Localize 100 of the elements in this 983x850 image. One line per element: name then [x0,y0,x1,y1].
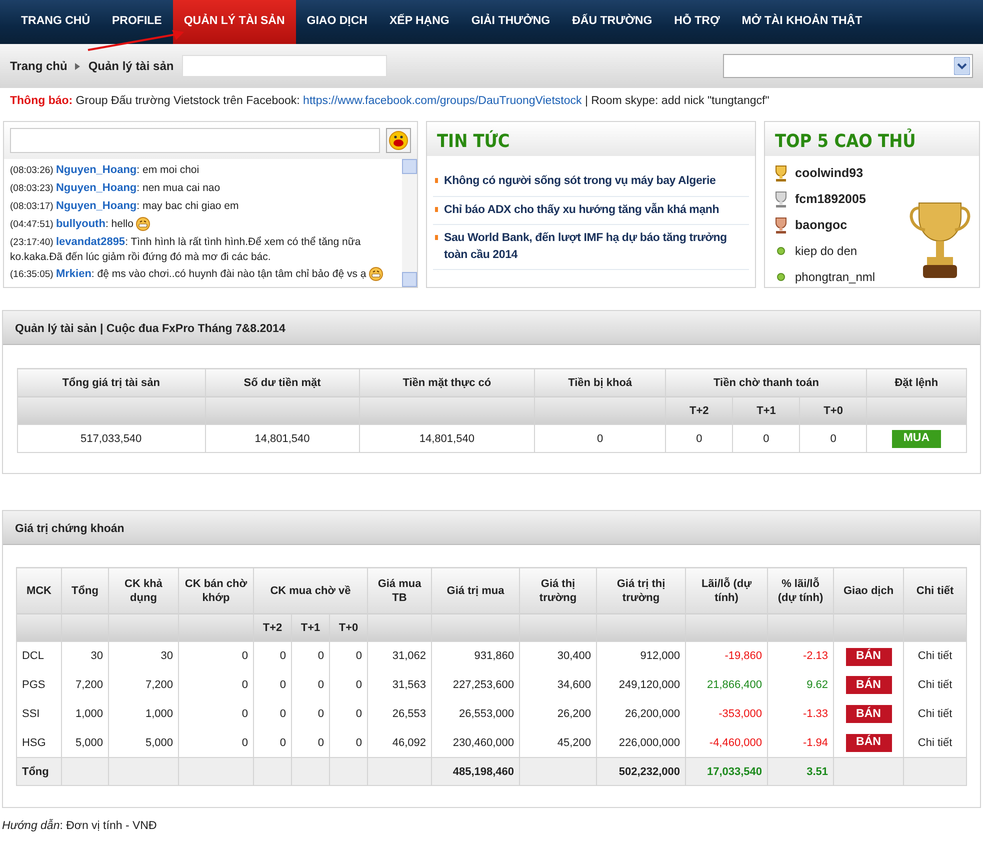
chat-username[interactable]: Nguyen_Hoang [56,182,137,194]
column-header: T+2 [666,396,733,425]
player-name[interactable]: baongoc [795,216,848,235]
facebook-link[interactable]: https://www.facebook.com/groups/DauTruongVietstock [303,95,582,107]
table-cell: 0 [329,670,368,700]
nav-tab[interactable]: MỞ TÀI KHOẢN THẬT [730,0,874,44]
column-header: Tiền chờ thanh toán [666,368,867,397]
column-header: Tổng [61,568,108,614]
table-cell: 517,033,540 [17,424,206,453]
table-cell: 0 [666,424,733,453]
bullet-icon [435,234,438,240]
chat-message: (04:47:51) bullyouth: hello [10,217,398,232]
column-header: % lãi/lỗ (dự tính) [768,568,834,614]
bullet-icon [435,178,438,184]
sell-button[interactable]: BÁN [846,648,892,666]
sell-button[interactable]: BÁN [846,734,892,752]
chat-message: (08:03:26) Nguyen_Hoang: em moi choi [10,163,200,178]
column-header: Tiền mặt thực có [359,368,535,397]
table-cell: 0 [291,642,330,671]
breadcrumb-link[interactable]: Trang chủ [10,57,68,75]
player-name[interactable]: kiep do den [795,242,858,260]
column-header: Tiền bị khoá [534,368,666,397]
table-cell: 1,000 [61,700,108,729]
news-link[interactable]: Chỉ báo ADX cho thấy xu hướng tăng vẫn khá mạnh [444,202,720,219]
table-cell: 30 [108,642,178,671]
table-cell: 249,120,000 [596,670,686,700]
detail-link[interactable]: Chi tiết [904,700,967,729]
section-title: Quản lý tài sản | Cuộc đua FxPro Tháng 7&8.2014 [3,311,980,346]
column-header: Đặt lệnh [866,368,966,397]
table-cell: 0 [291,670,330,700]
nav-tab[interactable]: ĐẤU TRƯỜNG [561,0,664,44]
table-cell: 14,801,540 [359,424,535,453]
dropdown-field[interactable] [723,54,973,78]
sell-button[interactable]: BÁN [846,676,892,694]
nav-tab[interactable]: GIẢI THƯỞNG [460,0,562,44]
table-cell: 14,801,540 [205,424,360,453]
sell-button[interactable]: BÁN [846,705,892,724]
column-header: T+2 [253,614,292,642]
breadcrumb-link[interactable]: Quản lý tài sản [88,57,174,75]
table-cell: 0 [291,700,330,729]
player-name[interactable]: coolwind93 [795,164,864,183]
column-header: Giá mua TB [368,568,432,614]
column-header: Tổng giá trị tài sản [17,368,206,397]
scrollbar[interactable] [402,159,417,288]
chat-username[interactable]: levandat2895 [56,236,126,248]
detail-link[interactable]: Chi tiết [904,642,967,671]
table-cell: 931,860 [432,642,520,671]
chat-username[interactable]: Nguyen_Hoang [56,164,137,176]
news-link[interactable]: Không có người sống sót trong vụ máy bay Algerie [444,173,716,190]
nav-tab[interactable]: QUẢN LÝ TÀI SẢN [172,0,296,44]
chat-username[interactable]: Mrkien [56,268,92,280]
chat-username[interactable]: bullyouth [56,218,106,230]
column-header: MCK [16,568,62,614]
table-cell: 0 [329,700,368,729]
column-header: Chi tiết [904,568,967,614]
table-cell: 0 [732,424,800,453]
emoticon-button[interactable] [386,128,411,154]
nav-tab[interactable]: XẾP HẠNG [378,0,460,44]
grin-emoticon-icon [369,267,384,282]
table-cell: 26,553,000 [432,700,520,729]
chat-message: (23:17:40) levandat2895: Tình hình là rất tình hình.Để xem có thể tăng nữa ko.kaka.Đã đến lúc giảm rồi đứng đó mà mơ đi các bác. [10,235,362,264]
table-cell: 1,000 [108,700,178,729]
column-header: T+0 [329,614,368,642]
nav-tab[interactable]: TRANG CHỦ [10,0,101,44]
column-header: T+1 [291,614,330,642]
chat-username[interactable]: Nguyen_Hoang [56,200,137,212]
table-cell: 30 [61,642,108,671]
table-cell: 26,200,000 [596,700,686,729]
trophy-icon [773,216,789,234]
detail-link[interactable]: Chi tiết [904,670,967,700]
table-cell: Tổng [16,758,62,786]
nav-tab[interactable]: HỖ TRỢ [663,0,731,44]
player-name[interactable]: fcm1892005 [795,190,866,209]
table-cell: 31,062 [368,642,432,671]
chevron-icon [75,62,80,70]
grin-emoticon-icon [136,217,150,232]
table-cell: 0 [253,700,292,729]
column-header: CK mua chờ về [253,568,368,614]
column-header: CK bán chờ khớp [178,568,254,614]
nav-tab[interactable]: GIAO DỊCH [296,0,378,44]
chat-message: (08:03:23) Nguyen_Hoang: nen mua cai nao [10,181,222,196]
dropdown-arrow-icon [954,57,970,75]
chat-input-field[interactable] [10,128,380,154]
table-cell: 7,200 [61,670,108,700]
table-cell: 502,232,000 [596,758,686,786]
table-cell: 0 [534,424,666,453]
nav-tab[interactable]: PROFILE [101,0,173,44]
table-cell: DCL [16,642,62,671]
table-cell: 17,033,540 [686,758,768,786]
table-cell: 0 [178,700,254,729]
news-link[interactable]: Sau World Bank, đến lượt IMF hạ dự báo tăng trưởng toàn cầu 2014 [444,230,747,264]
table-cell: 0 [329,642,368,671]
column-header: T+0 [800,396,867,425]
player-name[interactable]: phongtran_nml [795,268,876,286]
table-cell: 0 [178,642,254,671]
search-field[interactable] [182,55,387,77]
table-cell: 21,866,400 [686,670,768,700]
column-header: Giá trị thị trường [596,568,686,614]
table-cell: 0 [253,670,292,700]
column-header: CK khả dụng [108,568,178,614]
